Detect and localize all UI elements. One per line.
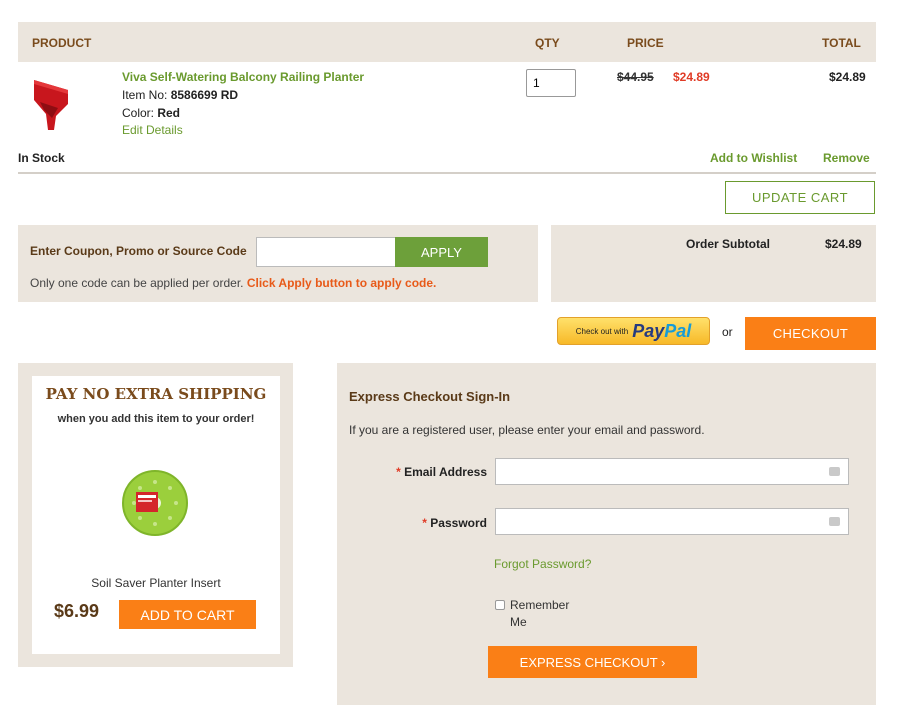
required-mark: * bbox=[422, 516, 427, 530]
promo-title: PAY NO EXTRA SHIPPING bbox=[45, 385, 267, 403]
or-separator: or bbox=[722, 325, 733, 339]
required-mark: * bbox=[396, 465, 401, 479]
paypal-checkout-button[interactable]: Check out with PayPal bbox=[557, 317, 710, 345]
email-field[interactable] bbox=[495, 458, 849, 485]
update-cart-button[interactable]: UPDATE CART bbox=[725, 181, 875, 214]
planter-insert-image[interactable] bbox=[122, 470, 188, 536]
item-number-label: Item No: bbox=[122, 88, 171, 102]
order-subtotal-value: $24.89 bbox=[825, 237, 862, 251]
product-name-link[interactable]: Viva Self-Watering Balcony Railing Plant… bbox=[122, 70, 364, 84]
item-color-label: Color: bbox=[122, 106, 158, 120]
remember-me-checkbox[interactable] bbox=[495, 600, 505, 610]
item-color-value: Red bbox=[157, 106, 181, 120]
edit-details-link[interactable]: Edit Details bbox=[122, 123, 183, 137]
promo-subtitle: when you add this item to your order! bbox=[57, 413, 255, 425]
header-qty: QTY bbox=[535, 36, 560, 50]
add-to-wishlist-link[interactable]: Add to Wishlist bbox=[710, 151, 797, 165]
coupon-note-highlight: Click Apply button to apply code. bbox=[246, 276, 437, 290]
header-total: TOTAL bbox=[822, 36, 861, 50]
password-label-text: Password bbox=[430, 516, 487, 530]
autofill-key-icon[interactable] bbox=[829, 467, 840, 476]
item-number: Item No: 8586699 RD bbox=[122, 88, 238, 102]
header-product: PRODUCT bbox=[32, 36, 92, 50]
quantity-input[interactable] bbox=[526, 69, 576, 97]
email-label: * Email Address bbox=[387, 465, 487, 479]
order-subtotal-label: Order Subtotal bbox=[686, 237, 771, 251]
promo-price: $6.99 bbox=[54, 601, 100, 621]
row-divider bbox=[18, 172, 876, 174]
item-number-value: 8586699 RD bbox=[170, 88, 239, 102]
express-checkout-description: If you are a registered user, please ent… bbox=[349, 423, 705, 437]
apply-coupon-button[interactable]: APPLY bbox=[395, 237, 488, 267]
planter-product-image[interactable] bbox=[28, 74, 72, 132]
express-checkout-button[interactable]: EXPRESS CHECKOUT › bbox=[488, 646, 697, 678]
password-label: * Password bbox=[387, 516, 487, 530]
stock-status: In Stock bbox=[18, 151, 65, 165]
original-price: $44.95 bbox=[617, 70, 654, 84]
forgot-password-link[interactable]: Forgot Password? bbox=[494, 557, 591, 571]
item-color: Color: Red bbox=[122, 106, 180, 120]
password-field[interactable] bbox=[495, 508, 849, 535]
remember-me-label[interactable]: Remember Me bbox=[510, 597, 580, 631]
coupon-label: Enter Coupon, Promo or Source Code bbox=[30, 244, 247, 258]
promo-product-name[interactable]: Soil Saver Planter Insert bbox=[32, 576, 280, 590]
coupon-note: Only one code can be applied per order. … bbox=[30, 276, 436, 290]
sale-price: $24.89 bbox=[673, 70, 710, 84]
express-checkout-title: Express Checkout Sign-In bbox=[349, 389, 511, 404]
line-total: $24.89 bbox=[829, 70, 866, 84]
header-price: PRICE bbox=[627, 36, 664, 50]
paypal-logo: PayPal bbox=[632, 320, 692, 341]
checkout-button[interactable]: CHECKOUT bbox=[745, 317, 876, 350]
remove-item-link[interactable]: Remove bbox=[823, 151, 870, 165]
add-to-cart-button[interactable]: ADD TO CART bbox=[119, 600, 256, 629]
coupon-input[interactable] bbox=[256, 237, 396, 267]
paypal-small-text: Check out with bbox=[575, 326, 629, 336]
email-label-text: Email Address bbox=[404, 465, 487, 479]
cart-table-header: PRODUCT QTY PRICE TOTAL bbox=[18, 22, 876, 62]
autofill-key-icon[interactable] bbox=[829, 517, 840, 526]
coupon-note-text: Only one code can be applied per order. bbox=[30, 276, 247, 290]
